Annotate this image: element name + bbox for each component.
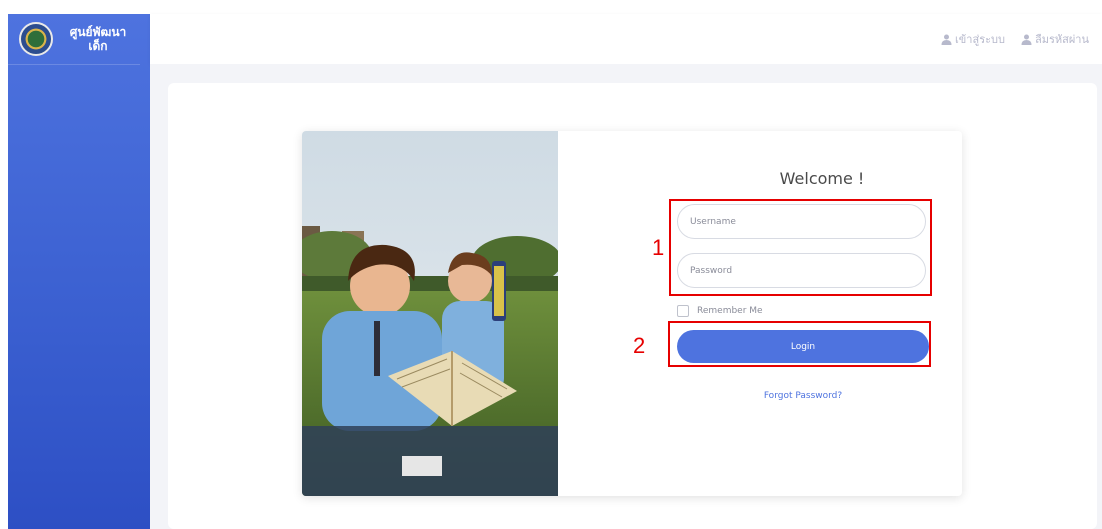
sidebar: ศูนย์พัฒนาเด็ก (8, 14, 150, 529)
annotation-number-2: 2 (633, 333, 646, 358)
remember-me-checkbox[interactable] (677, 305, 689, 317)
user-icon (941, 34, 952, 45)
topbar-login-link[interactable]: เข้าสู่ระบบ (941, 30, 1005, 48)
brand-title: ศูนย์พัฒนาเด็ก (69, 25, 127, 53)
topbar: เข้าสู่ระบบ ลืมรหัสผ่าน (150, 14, 1102, 64)
topbar-forgot-label: ลืมรหัสผ่าน (1034, 33, 1089, 46)
welcome-heading: Welcome ! (779, 169, 865, 188)
annotation-box-2 (668, 321, 931, 367)
sidebar-brand[interactable]: ศูนย์พัฒนาเด็ก (8, 14, 140, 65)
topbar-login-label: เข้าสู่ระบบ (955, 33, 1005, 46)
annotation-box-1 (669, 199, 932, 296)
annotation-number-1: 1 (652, 235, 665, 260)
forgot-password-link[interactable]: Forgot Password? (747, 391, 859, 401)
remember-me-label: Remember Me (697, 306, 763, 316)
login-photo (302, 131, 558, 496)
login-card: Welcome ! Remember Me Login Forgot Passw… (302, 131, 962, 496)
brand-logo (19, 22, 53, 56)
user-icon (1021, 34, 1032, 45)
remember-me: Remember Me (677, 305, 763, 317)
topbar-forgot-link[interactable]: ลืมรหัสผ่าน (1021, 30, 1089, 48)
